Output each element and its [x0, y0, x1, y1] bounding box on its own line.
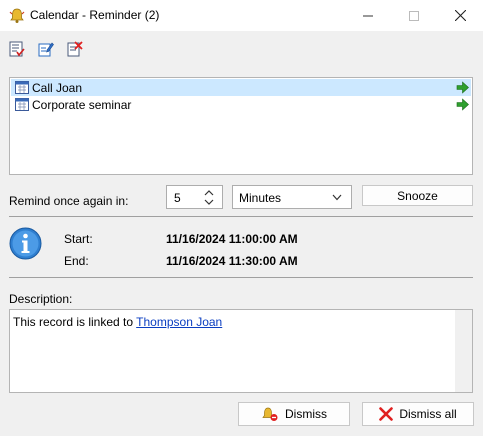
info-icon — [9, 227, 42, 260]
list-item[interactable]: Call Joan — [11, 79, 471, 96]
end-label: End: — [64, 254, 89, 268]
remind-label: Remind once again in: — [9, 194, 129, 208]
remind-unit-select[interactable]: Minutes — [232, 185, 352, 209]
start-value: 11/16/2024 11:00:00 AM — [166, 232, 298, 246]
end-value: 11/16/2024 11:30:00 AM — [166, 254, 298, 268]
maximize-icon — [409, 10, 419, 21]
remind-unit-value: Minutes — [239, 191, 282, 205]
minimize-icon — [363, 15, 373, 16]
go-arrow-icon[interactable] — [456, 98, 469, 111]
dismiss-label: Dismiss — [285, 407, 327, 421]
description-label: Description: — [9, 292, 73, 306]
dismiss-all-button[interactable]: Dismiss all — [362, 402, 474, 426]
dismiss-bell-icon — [262, 407, 278, 421]
close-button[interactable] — [437, 0, 483, 31]
list-item[interactable]: Corporate seminar — [11, 96, 471, 113]
edit-record-button[interactable] — [35, 38, 57, 60]
description-box[interactable]: This record is linked to Thompson Joan — [9, 309, 473, 393]
delete-record-button[interactable] — [64, 38, 86, 60]
reminder-label: Call Joan — [32, 81, 83, 95]
maximize-button[interactable] — [391, 0, 437, 31]
select-all-icon — [9, 41, 25, 57]
description-text: This record is linked to Thompson Joan — [13, 315, 222, 329]
description-scrollbar[interactable] — [455, 310, 472, 392]
dismiss-all-label: Dismiss all — [399, 407, 457, 421]
delete-record-icon — [67, 41, 83, 57]
remind-amount-value: 5 — [174, 191, 181, 205]
red-x-icon — [379, 407, 394, 421]
edit-record-icon — [38, 42, 54, 57]
chevron-down-icon[interactable] — [204, 198, 214, 206]
remind-amount-stepper[interactable]: 5 — [166, 185, 223, 209]
select-all-button[interactable] — [6, 38, 28, 60]
calendar-icon — [15, 81, 29, 94]
chevron-up-icon[interactable] — [204, 189, 214, 197]
reminder-label: Corporate seminar — [32, 98, 132, 112]
start-label: Start: — [64, 232, 93, 246]
window-title: Calendar - Reminder (2) — [30, 8, 160, 22]
divider — [9, 277, 473, 278]
description-prefix: This record is linked to — [13, 315, 134, 329]
minimize-button[interactable] — [345, 0, 391, 31]
go-arrow-icon[interactable] — [456, 81, 469, 94]
dismiss-button[interactable]: Dismiss — [238, 402, 350, 426]
snooze-button[interactable]: Snooze — [362, 185, 473, 206]
close-icon — [454, 10, 466, 21]
reminder-list[interactable]: Call Joan Corporate seminar — [9, 77, 473, 175]
linked-contact-link[interactable]: Thompson Joan — [136, 315, 222, 329]
chevron-down-icon — [332, 194, 342, 201]
divider — [9, 216, 473, 217]
calendar-icon — [15, 98, 29, 111]
calendar-bell-icon — [9, 8, 25, 23]
